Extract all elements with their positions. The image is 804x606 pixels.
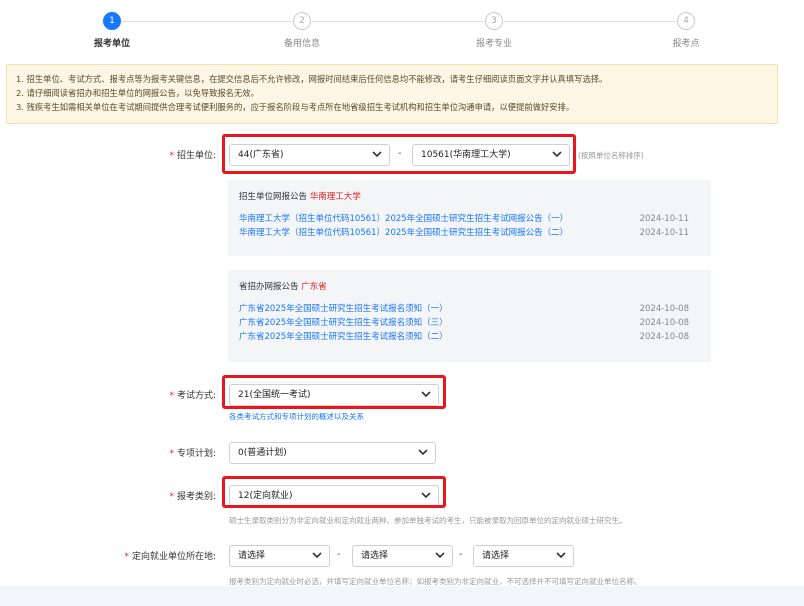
announcement-link[interactable]: 华南理工大学（招生单位代码10561）2025年全国硕士研究生招生考试网报公告（… <box>239 228 568 238</box>
special-plan-row: * 专项计划: 0(普通计划) <box>0 440 804 466</box>
step-label: 备用信息 <box>283 39 320 49</box>
exam-mode-label: * 考试方式: <box>169 391 216 401</box>
special-plan-label: * 专项计划: <box>169 449 216 459</box>
category-hint: 硕士生录取类别分为非定向就业和定向就业两种。参加单独考试的考生，只能被录取为回原… <box>229 516 627 525</box>
chevron-down-icon <box>556 552 566 559</box>
exam-mode-info-link[interactable]: 各类考试方式和专项计划的概述以及关系 <box>229 411 364 422</box>
panel-title: 省招办网报公告 广东省 <box>239 282 327 292</box>
notice-line: 2. 请仔细阅读省招办和招生单位的网报公告，以免导致报名无效。 <box>16 88 259 98</box>
chevron-down-icon <box>312 552 322 559</box>
notice-line: 3. 残疾考生如需相关单位在考试期间提供合理考试便利服务的，应于报名阶段与考点所… <box>16 102 575 112</box>
announcement-item: 广东省2025年全国硕士研究生招生考试报名须知（一） 2024-10-08 <box>239 302 700 316</box>
required-mark: * <box>169 151 174 161</box>
step-4: 4 报考点 <box>646 12 726 49</box>
directed-location-row: * 定向就业单位所在地: 请选择 - 请选择 - 请选择 <box>0 543 804 569</box>
step-label: 报考单位 <box>93 39 130 49</box>
announcement-item: 广东省2025年全国硕士研究生招生考试报名须知（三） 2024-10-08 <box>239 316 700 330</box>
unit-sort-hint: (按照单位名称排序) <box>578 151 644 160</box>
step-number: 3 <box>485 12 503 30</box>
highlight-box <box>222 476 446 508</box>
footer-band <box>0 586 804 606</box>
category-label: * 报考类别: <box>169 492 216 502</box>
announcement-link[interactable]: 华南理工大学（招生单位代码10561）2025年全国硕士研究生招生考试网报公告（… <box>239 214 568 224</box>
location-select-3[interactable]: 请选择 <box>473 545 574 567</box>
required-mark: * <box>169 449 174 459</box>
separator-dash: - <box>459 549 463 560</box>
announcement-date: 2024-10-11 <box>639 228 689 238</box>
announcement-date: 2024-10-08 <box>639 318 689 328</box>
required-mark: * <box>124 552 129 562</box>
step-2: 2 备用信息 <box>262 12 342 49</box>
highlight-box <box>222 134 576 174</box>
step-number: 4 <box>677 12 695 30</box>
progress-stepper: 1 报考单位 2 备用信息 3 报考专业 4 报考点 <box>0 0 804 58</box>
location-select-1[interactable]: 请选择 <box>229 545 330 567</box>
announcement-item: 华南理工大学（招生单位代码10561）2025年全国硕士研究生招生考试网报公告（… <box>239 212 700 226</box>
location-select-2[interactable]: 请选择 <box>352 545 453 567</box>
notice-box: 1. 招生单位、考试方式、报考点等为报考关键信息，在提交信息后不允许修改，网报时… <box>6 64 778 124</box>
step-label: 报考专业 <box>475 39 512 49</box>
highlight-box <box>222 375 446 409</box>
announcement-date: 2024-10-11 <box>639 214 689 224</box>
step-3: 3 报考专业 <box>454 12 534 49</box>
notice-line: 1. 招生单位、考试方式、报考点等为报考关键信息，在提交信息后不允许修改，网报时… <box>16 74 608 84</box>
unit-label: * 招生单位: <box>169 151 216 161</box>
announcement-item: 广东省2025年全国硕士研究生招生考试报名须知（二） 2024-10-08 <box>239 330 700 344</box>
province-announcement-panel: 省招办网报公告 广东省 广东省2025年全国硕士研究生招生考试报名须知（一） 2… <box>228 270 711 362</box>
step-number: 1 <box>103 12 121 30</box>
step-1: 1 报考单位 <box>72 12 152 49</box>
announcement-link[interactable]: 广东省2025年全国硕士研究生招生考试报名须知（一） <box>239 304 448 314</box>
directed-location-label: * 定向就业单位所在地: <box>124 552 216 562</box>
announcement-date: 2024-10-08 <box>639 332 689 342</box>
announcement-link[interactable]: 广东省2025年全国硕士研究生招生考试报名须知（三） <box>239 318 448 328</box>
required-mark: * <box>169 391 174 401</box>
chevron-down-icon <box>418 449 428 456</box>
chevron-down-icon <box>435 552 445 559</box>
special-plan-select[interactable]: 0(普通计划) <box>229 442 436 464</box>
step-label: 报考点 <box>672 39 700 49</box>
announcement-item: 华南理工大学（招生单位代码10561）2025年全国硕士研究生招生考试网报公告（… <box>239 226 700 240</box>
required-mark: * <box>169 492 174 502</box>
announcement-date: 2024-10-08 <box>639 304 689 314</box>
step-number: 2 <box>293 12 311 30</box>
unit-announcement-panel: 招生单位网报公告 华南理工大学 华南理工大学（招生单位代码10561）2025年… <box>228 180 711 256</box>
separator-dash: - <box>337 549 341 560</box>
panel-title: 招生单位网报公告 华南理工大学 <box>239 192 361 202</box>
announcement-link[interactable]: 广东省2025年全国硕士研究生招生考试报名须知（二） <box>239 332 448 342</box>
